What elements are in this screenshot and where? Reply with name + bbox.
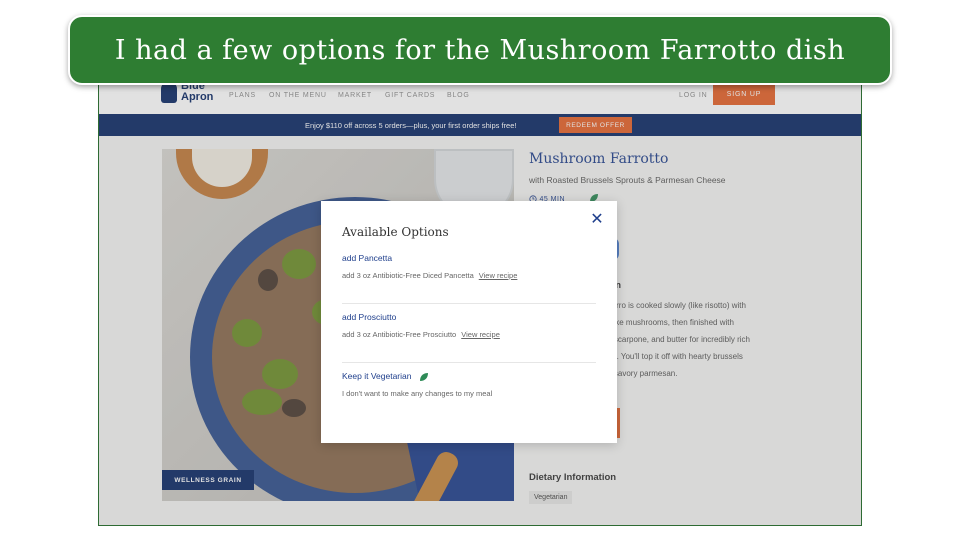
option-vegetarian-title[interactable]: Keep it Vegetarian bbox=[342, 371, 429, 382]
caption-banner: I had a few options for the Mushroom Far… bbox=[68, 15, 892, 85]
option-prosciutto-title[interactable]: add Prosciutto bbox=[342, 312, 396, 322]
caption-text: I had a few options for the Mushroom Far… bbox=[114, 34, 846, 66]
view-recipe-link-prosciutto[interactable]: View recipe bbox=[461, 330, 500, 339]
option-pancetta-description: add 3 oz Antibiotic-Free Diced Pancetta bbox=[342, 271, 474, 280]
option-prosciutto-description: add 3 oz Antibiotic-Free Prosciutto bbox=[342, 330, 457, 339]
option-vegetarian-description: I don't want to make any changes to my m… bbox=[342, 389, 493, 398]
view-recipe-link-pancetta[interactable]: View recipe bbox=[479, 271, 518, 280]
modal-title: Available Options bbox=[342, 225, 449, 239]
option-prosciutto-desc: add 3 oz Antibiotic-Free Prosciutto View … bbox=[342, 330, 500, 339]
leaf-icon bbox=[419, 372, 428, 381]
divider bbox=[342, 303, 596, 304]
screenshot-frame: Blue Apron PLANS ON THE MENU MARKET GIFT… bbox=[98, 70, 862, 526]
option-pancetta-desc: add 3 oz Antibiotic-Free Diced Pancetta V… bbox=[342, 271, 517, 280]
close-icon[interactable]: ✕ bbox=[589, 212, 605, 228]
slide: Blue Apron PLANS ON THE MENU MARKET GIFT… bbox=[0, 0, 960, 540]
divider bbox=[342, 362, 596, 363]
option-vegetarian-label[interactable]: Keep it Vegetarian bbox=[342, 371, 411, 381]
available-options-modal: Available Options ✕ add Pancetta add 3 o… bbox=[321, 201, 617, 443]
option-pancetta-title[interactable]: add Pancetta bbox=[342, 253, 392, 263]
